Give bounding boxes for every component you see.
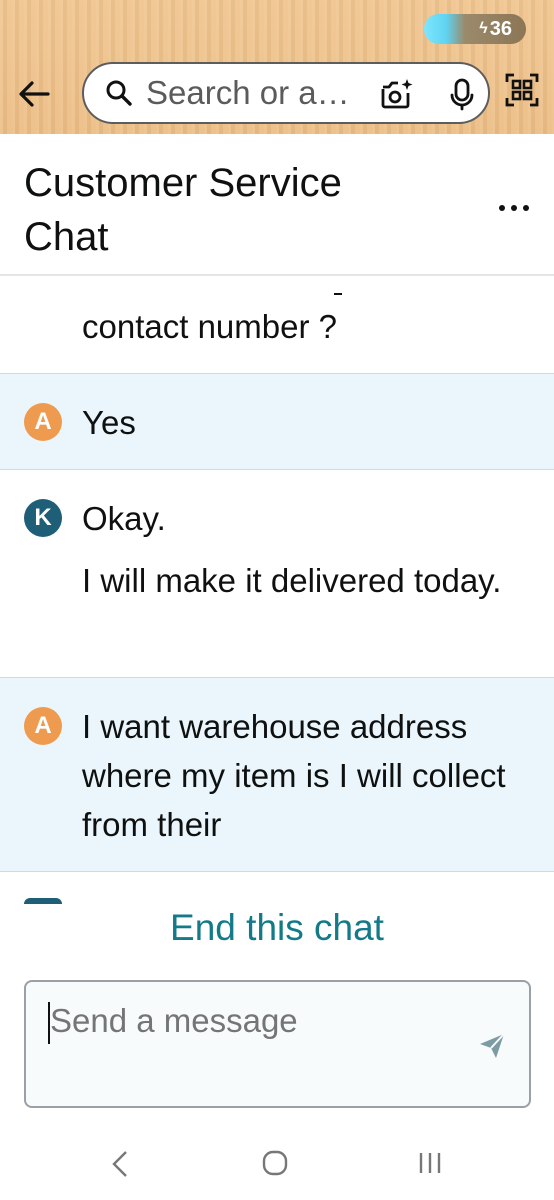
clipped-text-fragment (334, 293, 342, 295)
battery-indicator: ϟ 36 (424, 14, 526, 44)
chat-title-bar: Customer Service Chat (0, 134, 554, 276)
app-header: ϟ 36 Search or a… (0, 0, 554, 134)
search-input[interactable]: Search or a… (146, 74, 368, 112)
chat-message: A I want warehouse address where my item… (0, 678, 554, 872)
nav-home-icon[interactable] (262, 1150, 288, 1176)
search-icon (106, 80, 132, 106)
microphone-icon[interactable] (444, 76, 480, 112)
chat-message: contact number ? (0, 278, 554, 374)
charging-icon: ϟ (479, 20, 488, 37)
battery-level: 36 (489, 17, 512, 40)
page-title: Customer Service Chat (24, 161, 342, 259)
message-input[interactable] (50, 1002, 470, 1040)
camera-lens-icon[interactable] (378, 76, 414, 112)
back-arrow-icon[interactable] (14, 74, 54, 114)
nav-back-icon[interactable] (108, 1148, 132, 1180)
message-text: I want warehouse address where my item i… (82, 708, 506, 843)
more-options-icon[interactable] (496, 202, 532, 214)
message-text: I will make it delivered today. (82, 562, 502, 599)
nav-recent-apps-icon[interactable] (416, 1150, 444, 1176)
system-nav-bar (0, 1130, 554, 1200)
chat-message: A Yes (0, 374, 554, 470)
agent-avatar: K (24, 499, 62, 537)
search-bar[interactable]: Search or a… (82, 62, 490, 124)
chat-message: K Okay. I will make it delivered today. (0, 470, 554, 678)
customer-avatar: A (24, 403, 62, 441)
qr-scan-icon[interactable] (504, 72, 540, 108)
message-text: Okay. (82, 500, 166, 537)
end-chat-link[interactable]: End this chat (0, 904, 554, 954)
send-icon[interactable] (476, 1030, 508, 1062)
message-text: contact number ? (82, 308, 337, 345)
message-composer[interactable] (24, 980, 531, 1108)
message-text: Yes (82, 404, 136, 441)
customer-avatar: A (24, 707, 62, 745)
